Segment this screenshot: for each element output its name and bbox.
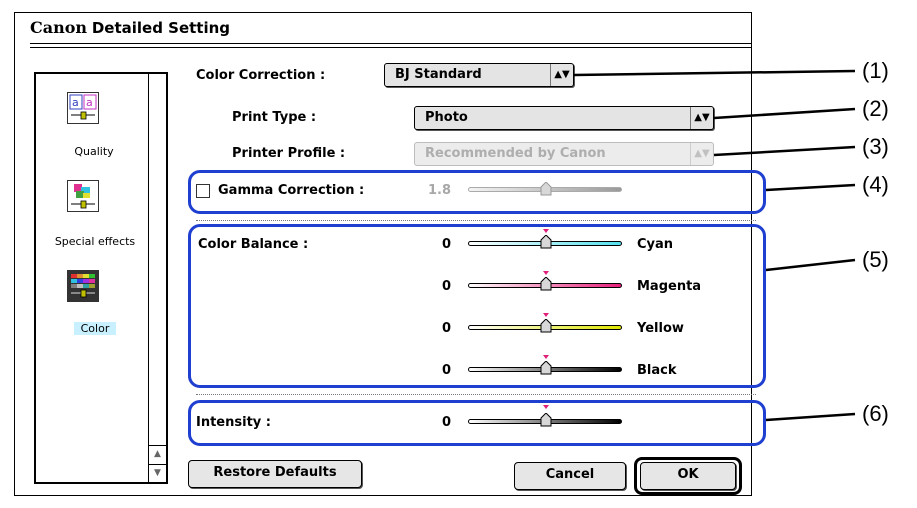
- callout-5: (5): [862, 247, 889, 272]
- callout-6: (6): [862, 401, 889, 426]
- callout-4: (4): [862, 172, 889, 197]
- callout-3: (3): [862, 134, 889, 159]
- callout-1: (1): [862, 58, 889, 83]
- callout-2: (2): [862, 96, 889, 121]
- callout-lines: [573, 69, 856, 422]
